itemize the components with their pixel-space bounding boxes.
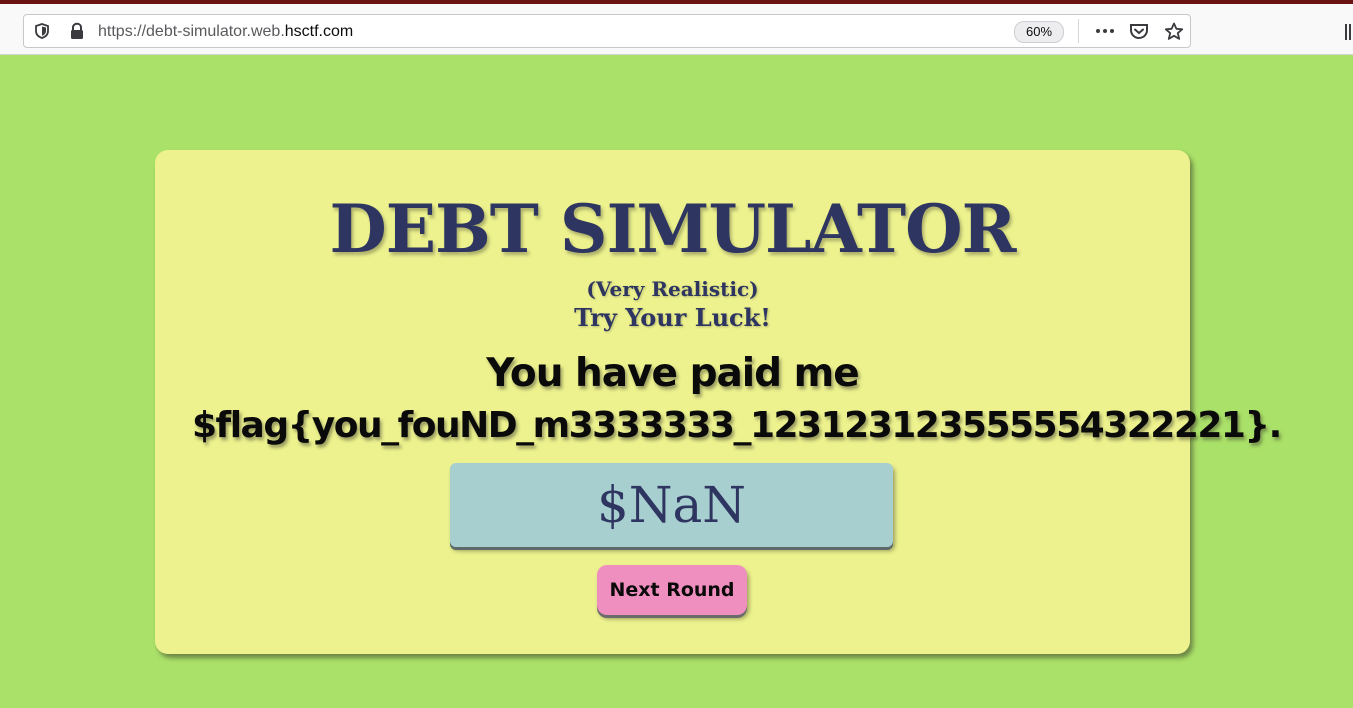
flag-message: $flag{you_fouND_m3333333_123123123555554… [192,405,1282,446]
library-icon[interactable] [1344,23,1353,41]
page-title: DEBT SIMULATOR [329,190,1016,268]
url-text[interactable]: https://debt-simulator.web.hsctf.com [98,23,353,41]
shield-icon[interactable] [33,22,51,40]
subtitle: (Very Realistic) [586,277,759,301]
tagline: Try Your Luck! [574,303,771,332]
pocket-icon[interactable] [1129,22,1148,40]
url-host: hsctf.com [284,23,354,40]
bookmark-star-icon[interactable] [1164,22,1184,40]
more-actions-icon[interactable] [1094,22,1114,40]
zoom-level-badge[interactable]: 60% [1014,21,1064,43]
payment-message: You have paid me [486,351,860,396]
browser-toolbar: https://debt-simulator.web.hsctf.com 60% [0,4,1353,55]
address-bar[interactable]: https://debt-simulator.web.hsctf.com 60% [23,14,1191,48]
amount-display: $NaN [450,463,893,547]
urlbar-separator [1078,19,1079,43]
url-prefix: https://debt-simulator.web. [98,23,285,40]
next-round-button[interactable]: Next Round [597,565,747,615]
lock-icon[interactable] [68,22,86,40]
